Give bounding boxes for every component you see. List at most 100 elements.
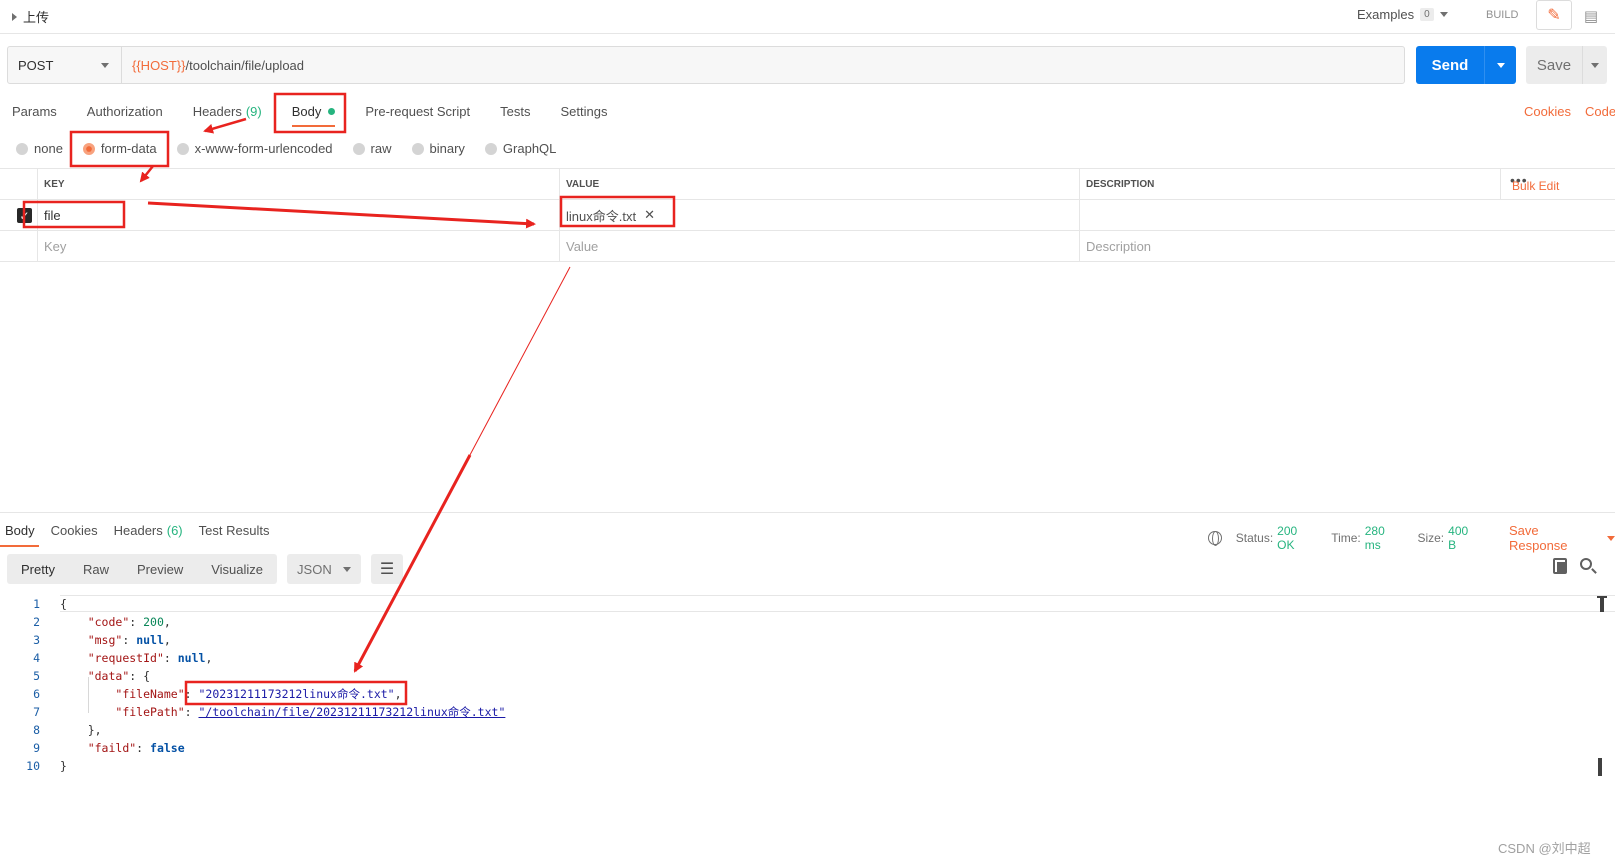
radio-raw[interactable] xyxy=(352,142,365,155)
view-mode-pretty[interactable]: Pretty xyxy=(7,562,69,577)
response-tabs: Body Cookies Headers (6) Test Results xyxy=(0,523,285,547)
radio-binary[interactable] xyxy=(411,142,424,155)
radio-graphql[interactable] xyxy=(484,142,497,155)
save-response-button[interactable]: Save Response xyxy=(1509,523,1615,553)
status-label: Status: xyxy=(1235,531,1274,545)
body-type-none[interactable]: none xyxy=(16,141,63,156)
response-body-editor[interactable]: 1 { 2 "code": 200, 3 "msg": null, 4 "req… xyxy=(0,595,1615,775)
response-tab-body[interactable]: Body xyxy=(0,523,39,547)
format-value: JSON xyxy=(297,561,332,577)
radio-urlencoded[interactable] xyxy=(176,142,189,155)
description-input[interactable] xyxy=(1079,200,1615,230)
code-line: 7 "filePath": "/toolchain/file/202312111… xyxy=(0,703,505,721)
response-header-bar: Body Cookies Headers (6) Test Results St… xyxy=(0,512,1615,553)
scrollbar-top-cap[interactable] xyxy=(1597,596,1607,612)
response-tab-test-results[interactable]: Test Results xyxy=(199,523,270,538)
url-bar: POST {{HOST}}/toolchain/file/upload xyxy=(7,46,1405,84)
code-link[interactable]: Code xyxy=(1585,104,1615,119)
line-number: 3 xyxy=(33,633,40,647)
wrap-lines-button[interactable]: ☰ xyxy=(371,554,404,584)
pencil-icon: ✎ xyxy=(1547,7,1561,24)
description-placeholder-input[interactable]: Description xyxy=(1079,231,1615,261)
tab-settings[interactable]: Settings xyxy=(560,104,607,119)
form-data-table: KEY VALUE DESCRIPTION ••• Bulk Edit ✓ fi… xyxy=(0,168,1615,262)
key-input[interactable]: file xyxy=(37,200,559,230)
body-type-graphql[interactable]: GraphQL xyxy=(484,141,556,156)
method-select[interactable]: POST xyxy=(8,47,122,83)
line-number: 8 xyxy=(33,723,40,737)
format-select[interactable]: JSON xyxy=(287,554,362,584)
radio-none[interactable] xyxy=(16,142,28,155)
tab-body[interactable]: Body xyxy=(291,104,336,127)
build-mode-label[interactable]: BUILD xyxy=(1486,9,1518,21)
view-mode-visualize[interactable]: Visualize xyxy=(197,562,277,577)
chevron-down-icon xyxy=(1439,12,1448,17)
time-value[interactable]: 280 ms xyxy=(1365,524,1404,552)
tab-prerequest-script[interactable]: Pre-request Script xyxy=(365,104,470,119)
url-variable: {{HOST}} xyxy=(132,57,186,73)
active-line-highlight xyxy=(60,595,1615,612)
caret-right-icon[interactable] xyxy=(12,12,17,21)
code-line: 9 "faild": false xyxy=(0,739,185,757)
watermark: CSDN @刘中超 xyxy=(1498,841,1591,856)
code-line: 3 "msg": null, xyxy=(0,631,171,649)
column-header-key: KEY xyxy=(37,169,559,199)
view-mode-raw[interactable]: Raw xyxy=(69,562,123,577)
tab-params[interactable]: Params xyxy=(12,104,57,119)
code-line: 8 }, xyxy=(0,721,102,739)
url-input[interactable]: {{HOST}}/toolchain/file/upload xyxy=(122,47,304,83)
tab-headers-count: (9) xyxy=(245,104,262,119)
body-type-raw[interactable]: raw xyxy=(352,141,392,156)
body-type-urlencoded[interactable]: x-www-form-urlencoded xyxy=(176,141,333,156)
value-file-cell[interactable]: linux命令.txt ✕ xyxy=(559,200,1079,230)
file-path-link[interactable]: "/toolchain/file/20231211173212linux命令.t… xyxy=(199,705,506,719)
response-tab-cookies[interactable]: Cookies xyxy=(51,523,98,538)
table-row-empty: Key Value Description xyxy=(0,231,1615,262)
globe-icon[interactable] xyxy=(1208,531,1222,546)
tab-authorization[interactable]: Authorization xyxy=(87,104,163,119)
request-name: 上传 xyxy=(23,10,50,25)
body-type-selector: none form-data x-www-form-urlencoded raw… xyxy=(16,141,576,156)
examples-label: Examples xyxy=(1357,7,1415,22)
table-header-row: KEY VALUE DESCRIPTION ••• Bulk Edit xyxy=(0,168,1615,200)
comments-button[interactable]: ▤ xyxy=(1576,4,1606,28)
status-value[interactable]: 200 OK xyxy=(1277,524,1317,552)
table-row: ✓ file linux命令.txt ✕ xyxy=(0,200,1615,231)
edit-button[interactable]: ✎ xyxy=(1536,0,1572,30)
row-enabled-checkbox[interactable]: ✓ xyxy=(17,208,32,223)
wrap-icon: ☰ xyxy=(379,561,395,578)
annotation-arrow xyxy=(203,117,247,134)
response-meta: Status: 200 OK Time: 280 ms Size: 400 B … xyxy=(1208,523,1615,553)
active-tab-indicator xyxy=(291,125,336,127)
request-title[interactable]: 上传 xyxy=(12,7,49,26)
close-icon[interactable]: ✕ xyxy=(644,207,655,223)
body-type-form-data[interactable]: form-data xyxy=(82,141,157,156)
tab-headers[interactable]: Headers (9) xyxy=(193,104,262,119)
response-view-toolbar: Pretty Raw Preview Visualize JSON ☰ xyxy=(7,554,404,584)
send-options-dropdown[interactable] xyxy=(1485,62,1516,68)
view-mode-group: Pretty Raw Preview Visualize xyxy=(7,554,278,584)
bulk-edit-link[interactable]: Bulk Edit xyxy=(1512,179,1559,193)
save-options-dropdown[interactable] xyxy=(1583,62,1607,68)
response-tab-headers[interactable]: Headers (6) xyxy=(114,523,183,538)
send-button[interactable]: Send xyxy=(1416,46,1516,84)
value-placeholder-input[interactable]: Value xyxy=(559,231,1079,261)
radio-form-data[interactable] xyxy=(82,142,95,155)
line-number: 6 xyxy=(33,687,40,701)
key-placeholder-input[interactable]: Key xyxy=(37,231,559,261)
code-line: 10 } xyxy=(0,757,67,775)
search-icon[interactable] xyxy=(1580,558,1592,570)
scrollbar-thumb[interactable] xyxy=(1598,758,1602,776)
tab-tests[interactable]: Tests xyxy=(500,104,530,119)
time-label: Time: xyxy=(1331,531,1361,545)
examples-dropdown[interactable]: Examples 0 xyxy=(1357,7,1448,22)
save-button[interactable]: Save xyxy=(1526,46,1607,84)
copy-icon[interactable] xyxy=(1553,558,1567,574)
size-value[interactable]: 400 B xyxy=(1448,524,1479,552)
cookies-link[interactable]: Cookies xyxy=(1524,104,1571,119)
request-header-bar: 上传 Examples 0 BUILD ✎ ▤ xyxy=(0,0,1615,34)
view-mode-preview[interactable]: Preview xyxy=(123,562,197,577)
body-type-binary[interactable]: binary xyxy=(411,141,465,156)
tab-body-label: Body xyxy=(291,104,322,119)
code-line: 5 "data": { xyxy=(0,667,150,685)
